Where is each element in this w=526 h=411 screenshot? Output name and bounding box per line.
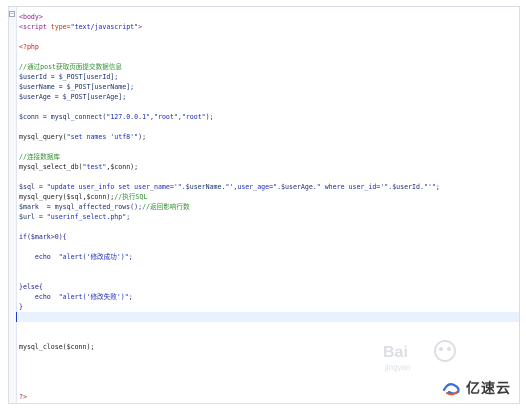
code-token: echo bbox=[19, 253, 59, 261]
code-token: type= bbox=[50, 23, 71, 31]
code-line[interactable]: //连接数据库 bbox=[19, 152, 519, 162]
code-line[interactable]: mysql_close($conn); bbox=[19, 342, 519, 352]
code-line[interactable]: $mark = mysql_affected_rows();//返回影响行数 bbox=[19, 202, 519, 212]
code-token: mysql_select_db( bbox=[19, 163, 83, 171]
code-token: }else{ bbox=[19, 283, 43, 291]
code-token: "test" bbox=[82, 163, 107, 171]
code-token: ; bbox=[128, 293, 133, 301]
code-line[interactable]: mysql_query($sql,$conn);//执行SQL bbox=[19, 192, 519, 202]
code-line[interactable] bbox=[19, 102, 519, 112]
code-line[interactable]: $userAge = $_POST[userAge]; bbox=[19, 92, 519, 102]
code-token: echo bbox=[19, 293, 59, 301]
code-token: } bbox=[19, 303, 23, 311]
code-line[interactable]: <?php bbox=[19, 42, 519, 52]
yisu-cloud-watermark: 亿速云 bbox=[442, 379, 511, 397]
code-token: .$userName. bbox=[181, 183, 226, 191]
code-line[interactable]: echo "alert('修改成功')"; bbox=[19, 252, 519, 262]
code-token: .$userAge. bbox=[277, 183, 317, 191]
code-line[interactable] bbox=[19, 142, 519, 152]
code-line[interactable]: echo "alert('修改失败')"; bbox=[19, 292, 519, 302]
yisu-logo-icon bbox=[442, 383, 460, 396]
code-line[interactable]: //通过post获取页面提交数据信息 bbox=[19, 62, 519, 72]
code-token: //返回影响行数 bbox=[142, 203, 190, 211]
code-line[interactable]: $userId = $_POST[userId]; bbox=[19, 72, 519, 82]
code-line[interactable] bbox=[19, 172, 519, 182]
code-token: "text/javascript" bbox=[70, 23, 139, 31]
code-token: <script bbox=[19, 23, 51, 31]
code-line[interactable] bbox=[19, 122, 519, 132]
code-token: <body> bbox=[19, 13, 43, 21]
code-token: if($mark>0){ bbox=[19, 233, 67, 241]
code-line[interactable]: $userName = $_POST[userName]; bbox=[19, 82, 519, 92]
code-editor[interactable]: − <body> <script type="text/javascript"> <… bbox=[8, 6, 520, 404]
code-line[interactable]: $sql = "update user_info set user_name='… bbox=[19, 182, 519, 192]
code-token: > bbox=[138, 23, 143, 31]
code-line[interactable] bbox=[19, 352, 519, 362]
code-line[interactable] bbox=[19, 332, 519, 342]
code-token: "set names 'utf8'" bbox=[66, 133, 139, 141]
code-line[interactable] bbox=[19, 262, 519, 272]
code-token: "root" bbox=[181, 113, 206, 121]
code-line[interactable] bbox=[19, 222, 519, 232]
fold-toggle-icon[interactable]: − bbox=[9, 11, 15, 17]
yisu-watermark-text: 亿速云 bbox=[466, 381, 511, 397]
code-token: ; bbox=[126, 213, 131, 221]
code-token: $userAge = $_POST[userAge]; bbox=[19, 93, 127, 101]
code-token: ; bbox=[435, 183, 440, 191]
current-code-line[interactable] bbox=[16, 312, 519, 322]
code-token: //执行SQL bbox=[114, 193, 148, 201]
code-line[interactable] bbox=[19, 322, 519, 332]
code-line[interactable] bbox=[19, 272, 519, 282]
code-token: ); bbox=[138, 133, 147, 141]
code-token: ; bbox=[128, 253, 133, 261]
code-token: $userName = $_POST[userName]; bbox=[19, 83, 135, 91]
code-token: "update user_info set user_name='" bbox=[46, 183, 182, 191]
code-line[interactable] bbox=[19, 362, 519, 372]
code-line[interactable]: <body> bbox=[19, 12, 519, 22]
code-line[interactable] bbox=[19, 52, 519, 62]
code-token: //通过post获取页面提交数据信息 bbox=[19, 63, 122, 71]
code-line[interactable]: mysql_select_db("test",$conn); bbox=[19, 162, 519, 172]
code-token: $mark = mysql_affected_rows(); bbox=[19, 203, 143, 211]
code-line[interactable]: }else{ bbox=[19, 282, 519, 292]
code-line[interactable] bbox=[19, 32, 519, 42]
code-token: .$userId. bbox=[388, 183, 424, 191]
code-token: "'" bbox=[423, 183, 436, 191]
code-line[interactable]: <script type="text/javascript"> bbox=[19, 22, 519, 32]
code-token: ); bbox=[205, 113, 214, 121]
code-line[interactable]: $conn = mysql_connect("127.0.0.1","root"… bbox=[19, 112, 519, 122]
code-line[interactable]: $url = "userinf_select.php"; bbox=[19, 212, 519, 222]
code-token: mysql_close($conn); bbox=[19, 343, 95, 351]
code-token: //连接数据库 bbox=[19, 153, 60, 161]
code-token: $conn = mysql_connect( bbox=[19, 113, 107, 121]
code-token: ,$conn); bbox=[106, 163, 139, 171]
code-line[interactable]: mysql_query("set names 'utf8'"); bbox=[19, 132, 519, 142]
code-token: "alert('修改成功')" bbox=[58, 253, 129, 261]
code-token: "alert('修改失败')" bbox=[58, 293, 129, 301]
code-token: $sql = bbox=[19, 183, 47, 191]
code-line[interactable] bbox=[19, 242, 519, 252]
code-token: "userinf_select.php" bbox=[46, 213, 127, 221]
code-line[interactable]: if($mark>0){ bbox=[19, 232, 519, 242]
code-token: "127.0.0.1" bbox=[106, 113, 151, 121]
text-caret bbox=[16, 312, 17, 322]
code-token: "root" bbox=[154, 113, 178, 121]
code-token: mysql_query($sql,$conn); bbox=[19, 193, 115, 201]
code-area[interactable]: <body> <script type="text/javascript"> <?p… bbox=[16, 7, 519, 403]
code-token: ?> bbox=[19, 393, 27, 401]
code-token: $url = bbox=[19, 213, 47, 221]
code-line[interactable]: } bbox=[19, 302, 519, 312]
code-token: <?php bbox=[19, 43, 39, 51]
code-token: $userId = $_POST[userId]; bbox=[19, 73, 119, 81]
editor-gutter: − bbox=[9, 7, 17, 403]
code-token: mysql_query( bbox=[19, 133, 67, 141]
code-token: "',user_age=" bbox=[225, 183, 278, 191]
code-token: " where user_id='" bbox=[316, 183, 389, 191]
